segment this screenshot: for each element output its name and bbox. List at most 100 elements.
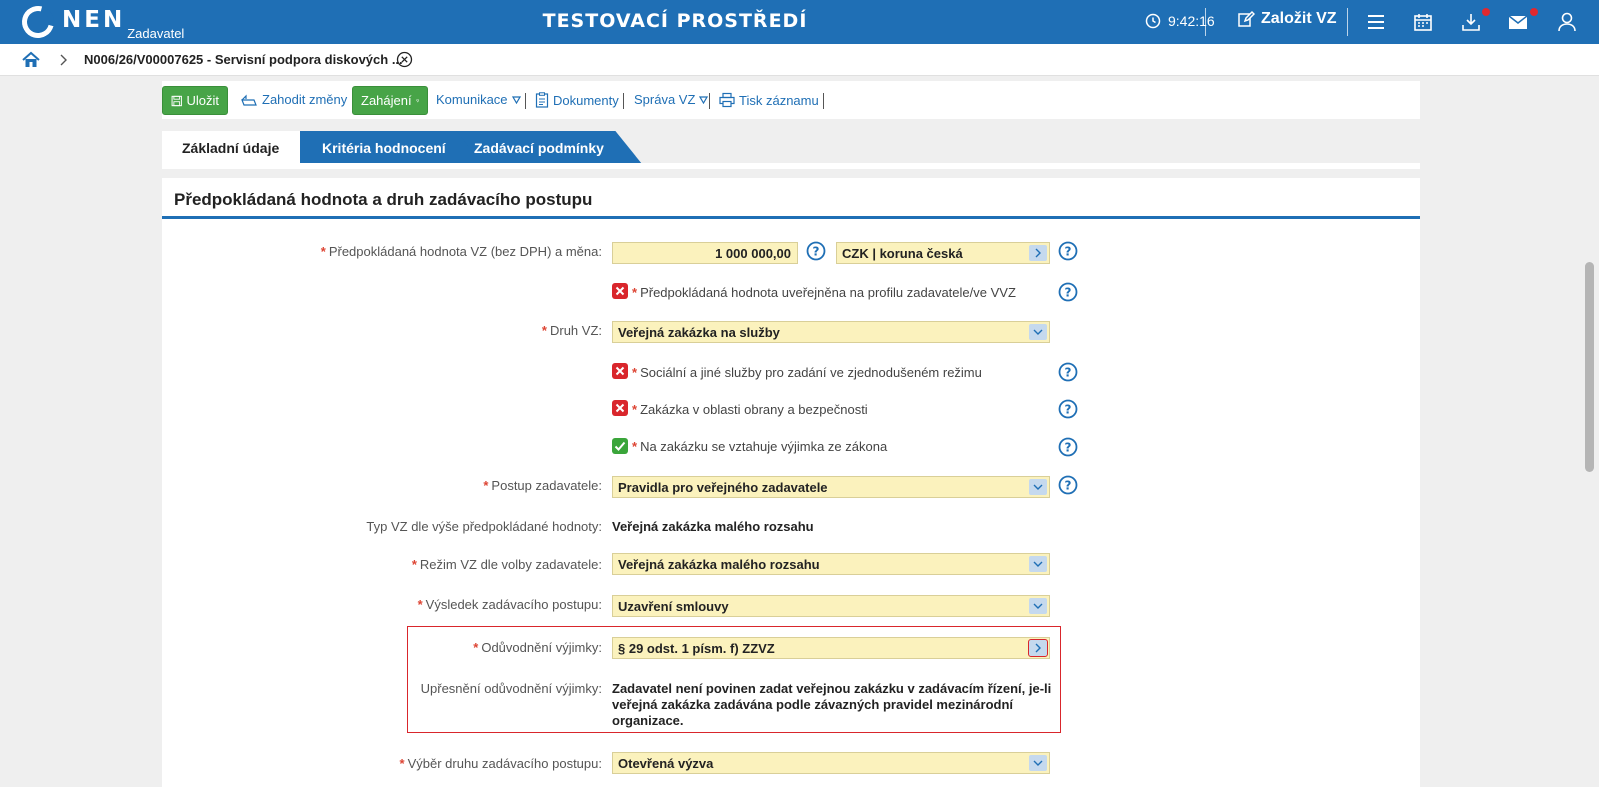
- start-label: Zahájení: [361, 93, 412, 108]
- breadcrumb: N006/26/V00007625 - Servisní podpora dis…: [0, 44, 1599, 76]
- header-divider: [1347, 8, 1348, 36]
- help-icon[interactable]: ?: [1058, 282, 1078, 302]
- tab-basic-info[interactable]: Základní údaje: [162, 131, 300, 164]
- postup-label: * Postup zadavatele:: [483, 478, 602, 493]
- druh-vz-select[interactable]: Veřejná zakázka na služby: [612, 321, 1050, 343]
- help-icon[interactable]: ?: [1058, 241, 1078, 261]
- upresneni-value: Zadavatel není povinen zadat veřejnou za…: [612, 681, 1052, 728]
- undo-icon: [241, 94, 257, 106]
- help-icon[interactable]: ?: [1058, 399, 1078, 419]
- help-icon[interactable]: ?: [1058, 475, 1078, 495]
- vysledek-label: * Výsledek zadávacího postupu:: [417, 597, 602, 612]
- menu-icon[interactable]: [1366, 12, 1386, 32]
- create-vz-label: Založit VZ: [1261, 10, 1337, 27]
- svg-text:?: ?: [1065, 441, 1072, 455]
- user-icon[interactable]: [1557, 12, 1577, 32]
- scrollbar-thumb[interactable]: [1585, 262, 1594, 472]
- home-icon[interactable]: [22, 51, 40, 69]
- value-label: * Předpokládaná hodnota VZ (bez DPH) a mě…: [320, 244, 602, 259]
- section-divider: [162, 216, 1420, 219]
- svg-text:?: ?: [1065, 479, 1072, 493]
- help-icon[interactable]: ?: [806, 241, 826, 261]
- vyber-label: * Výběr druhu zadávacího postupu:: [399, 756, 602, 771]
- edit-icon: [1238, 10, 1255, 27]
- top-bar: NEN Zadavatel TESTOVACÍ PROSTŘEDÍ 9:42:1…: [0, 0, 1599, 44]
- vz-management-menu[interactable]: Správa VZ: [634, 92, 709, 107]
- create-vz-button[interactable]: Založit VZ: [1237, 10, 1337, 28]
- vyber-value: Otevřená výzva: [618, 755, 714, 771]
- oduvodneni-label: * Odůvodnění výjimky:: [473, 640, 602, 655]
- triangle-down-icon: [699, 95, 709, 104]
- tab-evaluation-criteria[interactable]: Kritéria hodnocení: [300, 131, 482, 164]
- mail-notification-dot: [1530, 8, 1538, 16]
- toolbar-divider: [525, 93, 526, 109]
- vz-management-label: Správa VZ: [634, 92, 696, 107]
- toolbar-divider: [709, 93, 710, 109]
- svg-text:?: ?: [1065, 286, 1072, 300]
- vyber-select[interactable]: Otevřená výzva: [612, 752, 1050, 774]
- document-icon: [535, 92, 549, 108]
- chevron-right-icon[interactable]: [1029, 245, 1047, 261]
- save-label: Uložit: [186, 93, 219, 108]
- help-icon[interactable]: ?: [1058, 437, 1078, 457]
- social-services-label: * Sociální a jiné služby pro zadání ve zj…: [632, 365, 982, 380]
- postup-select[interactable]: Pravidla pro veřejného zadavatele: [612, 476, 1050, 498]
- defense-checkbox[interactable]: [612, 400, 628, 416]
- print-record-button[interactable]: Tisk záznamu: [719, 92, 819, 108]
- oduvodneni-select[interactable]: § 29 odst. 1 písm. f) ZZVZ: [612, 637, 1050, 659]
- chevron-down-icon[interactable]: [1029, 755, 1047, 771]
- svg-text:?: ?: [813, 245, 820, 259]
- close-icon[interactable]: [396, 51, 413, 68]
- mail-icon[interactable]: [1508, 12, 1528, 32]
- toolbar: Uložit Zahodit změny Zahájení Komunikace…: [162, 81, 1420, 119]
- tab-bar: Zadávací podmínky Kritéria hodnocení Zák…: [162, 131, 1420, 164]
- communication-label: Komunikace: [436, 92, 508, 107]
- exception-checkbox[interactable]: [612, 438, 628, 454]
- breadcrumb-item[interactable]: N006/26/V00007625 - Servisní podpora dis…: [84, 52, 403, 67]
- documents-button[interactable]: Dokumenty: [535, 92, 619, 108]
- save-icon: [171, 95, 182, 106]
- help-icon[interactable]: ?: [1058, 362, 1078, 382]
- save-button[interactable]: Uložit: [162, 86, 228, 115]
- communication-menu[interactable]: Komunikace: [436, 92, 521, 107]
- typ-value: Veřejná zakázka malého rozsahu: [612, 519, 814, 534]
- documents-label: Dokumenty: [553, 92, 619, 108]
- published-checkbox[interactable]: [612, 283, 628, 299]
- start-dropdown-button[interactable]: Zahájení: [352, 86, 428, 115]
- chevron-right-icon[interactable]: [1028, 639, 1048, 657]
- currency-select[interactable]: CZK | koruna česká: [836, 242, 1050, 264]
- discard-label: Zahodit změny: [262, 92, 348, 107]
- triangle-down-icon: [415, 99, 419, 103]
- svg-text:?: ?: [1065, 245, 1072, 259]
- clock-time: 9:42:16: [1168, 13, 1215, 29]
- tab-tender-conditions[interactable]: Zadávací podmínky: [452, 131, 642, 164]
- rezim-label: * Režim VZ dle volby zadavatele:: [411, 557, 602, 572]
- druh-value: Veřejná zakázka na služby: [618, 324, 780, 340]
- toolbar-divider: [623, 93, 624, 109]
- defense-label: * Zakázka v oblasti obrany a bezpečnosti: [632, 402, 868, 417]
- upresneni-label: Upřesnění odůvodnění výjimky:: [420, 681, 602, 696]
- rezim-select[interactable]: Veřejná zakázka malého rozsahu: [612, 553, 1050, 575]
- social-services-checkbox[interactable]: [612, 363, 628, 379]
- tab-label: Kritéria hodnocení: [322, 139, 446, 156]
- published-label: * Předpokládaná hodnota uveřejněna na pro…: [632, 285, 1016, 300]
- calendar-icon[interactable]: [1413, 12, 1433, 32]
- header-divider: [1205, 8, 1206, 36]
- download-icon[interactable]: [1461, 12, 1481, 32]
- tab-label: Zadávací podmínky: [474, 139, 604, 156]
- chevron-down-icon[interactable]: [1029, 556, 1047, 572]
- currency-value: CZK | koruna česká: [842, 245, 963, 261]
- discard-changes-button[interactable]: Zahodit změny: [240, 92, 347, 107]
- toolbar-divider: [823, 93, 824, 109]
- chevron-down-icon[interactable]: [1029, 598, 1047, 614]
- print-label: Tisk záznamu: [739, 92, 819, 108]
- svg-text:?: ?: [1065, 366, 1072, 380]
- chevron-down-icon[interactable]: [1029, 479, 1047, 495]
- exception-label: * Na zakázku se vztahuje výjimka ze zákon…: [632, 439, 888, 454]
- tab-underline: [162, 163, 1420, 169]
- estimated-value-input[interactable]: 1 000 000,00: [612, 242, 798, 264]
- typ-label: Typ VZ dle výše předpokládané hodnoty:: [366, 519, 602, 534]
- chevron-down-icon[interactable]: [1029, 324, 1047, 340]
- vysledek-select[interactable]: Uzavření smlouvy: [612, 595, 1050, 617]
- section-title: Předpokládaná hodnota a druh zadávacího …: [174, 190, 593, 209]
